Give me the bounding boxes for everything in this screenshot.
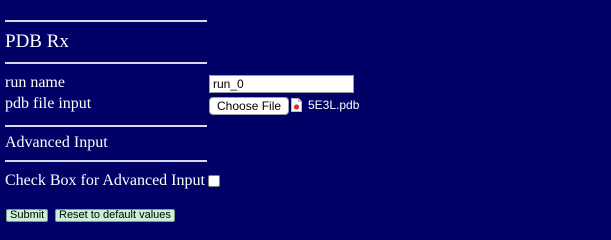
divider-top xyxy=(5,20,207,22)
run-name-label: run name xyxy=(5,74,65,91)
divider-after-title xyxy=(5,62,207,64)
advanced-input-checkbox[interactable] xyxy=(208,175,220,187)
submit-button[interactable]: Submit xyxy=(6,209,49,222)
file-icon xyxy=(291,98,302,112)
advanced-checkbox-label: Check Box for Advanced Input xyxy=(5,172,205,189)
reset-defaults-button[interactable]: Reset to default values xyxy=(55,209,175,222)
choose-file-button[interactable]: Choose File xyxy=(209,97,290,115)
pdb-file-label: pdb file input xyxy=(5,95,92,112)
page-title: PDB Rx xyxy=(5,31,69,52)
run-name-input[interactable] xyxy=(209,75,354,93)
divider-before-advanced xyxy=(5,125,207,127)
advanced-input-heading: Advanced Input xyxy=(5,134,108,151)
selected-file-name: 5E3L.pdb xyxy=(308,98,360,112)
divider-after-advanced xyxy=(5,160,207,162)
